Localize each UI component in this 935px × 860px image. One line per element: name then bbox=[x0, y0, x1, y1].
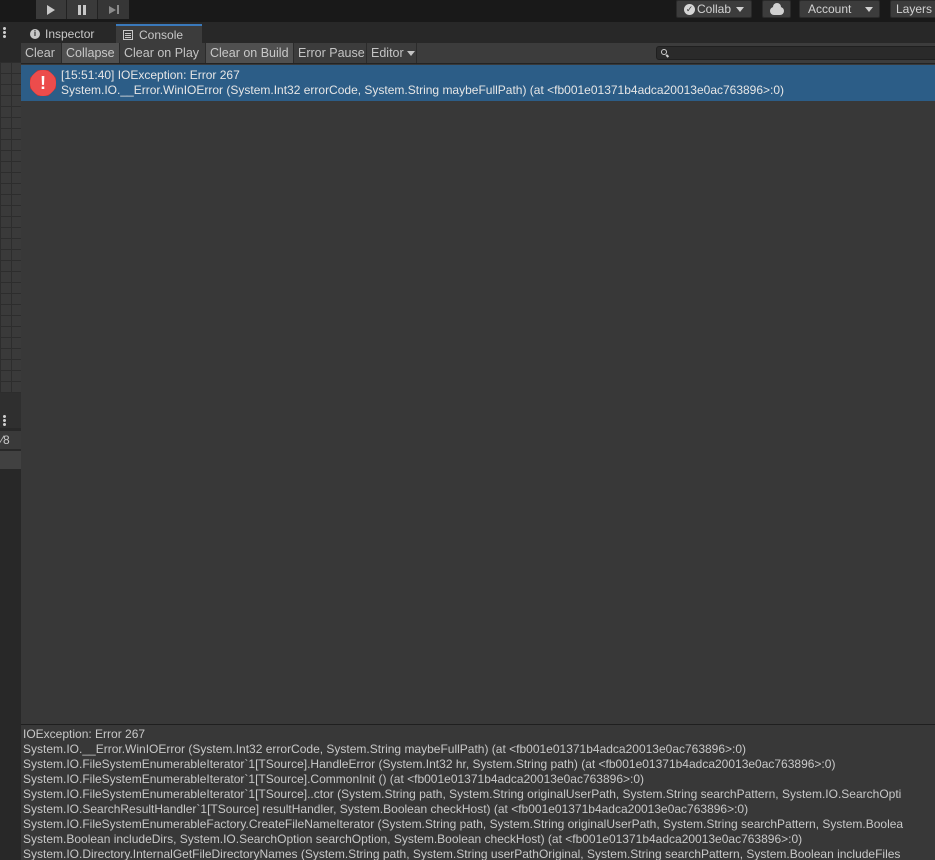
tab-label: Inspector bbox=[45, 26, 95, 41]
stacktrace-line: System.IO.Directory.InternalGetFileDirec… bbox=[23, 847, 901, 860]
search-input[interactable] bbox=[671, 47, 935, 59]
cloud-button[interactable] bbox=[762, 0, 791, 18]
stacktrace-line: System.IO.SearchResultHandler`1[TSource]… bbox=[23, 802, 749, 816]
account-dropdown[interactable]: Account bbox=[799, 0, 880, 18]
layers-dropdown[interactable]: Layers bbox=[890, 0, 935, 18]
step-icon bbox=[108, 5, 119, 14]
left-panel-strip: ⁄8 bbox=[0, 22, 21, 860]
step-button[interactable] bbox=[98, 0, 129, 19]
kebab-menu-icon[interactable] bbox=[3, 27, 6, 38]
collab-label: Collab bbox=[697, 2, 732, 16]
cloud-icon bbox=[769, 2, 784, 15]
layers-label: Layers bbox=[896, 2, 933, 16]
clear-button[interactable]: Clear bbox=[21, 43, 62, 63]
chevron-down-icon bbox=[736, 6, 745, 12]
stacktrace-pane[interactable]: IOException: Error 267 System.IO.__Error… bbox=[21, 725, 935, 860]
stacktrace-line: System.IO.__Error.WinIOError (System.Int… bbox=[23, 742, 747, 756]
stacktrace-line: System.IO.FileSystemEnumerableIterator`1… bbox=[23, 787, 902, 801]
error-pause-toggle[interactable]: Error Pause bbox=[294, 43, 367, 63]
stacktrace-line: System.IO.FileSystemEnumerableIterator`1… bbox=[23, 772, 645, 786]
stacktrace-line: System.IO.FileSystemEnumerableIterator`1… bbox=[23, 757, 836, 771]
scene-view-grid[interactable] bbox=[0, 62, 21, 414]
clear-on-play-toggle[interactable]: Clear on Play bbox=[120, 43, 206, 63]
log-entry-stack: System.IO.__Error.WinIOError (System.Int… bbox=[61, 83, 785, 97]
console-toolbar: Clear Collapse Clear on Play Clear on Bu… bbox=[21, 43, 935, 64]
play-icon bbox=[47, 4, 55, 15]
chevron-down-icon bbox=[865, 6, 874, 12]
editor-dropdown[interactable]: Editor bbox=[367, 43, 417, 63]
chevron-down-icon bbox=[406, 50, 415, 56]
play-button[interactable] bbox=[36, 0, 67, 19]
tab-label: Console bbox=[139, 27, 184, 42]
pause-button[interactable] bbox=[67, 0, 98, 19]
playmode-controls bbox=[36, 0, 130, 19]
console-icon bbox=[123, 29, 133, 40]
stacktrace-line: System.IO.FileSystemEnumerableFactory.Cr… bbox=[23, 817, 904, 831]
check-circle-icon: ✓ bbox=[684, 3, 695, 15]
clear-on-build-toggle[interactable]: Clear on Build bbox=[206, 43, 294, 63]
tab-inspector[interactable]: i Inspector bbox=[27, 24, 115, 43]
stacktrace-line: IOException: Error 267 bbox=[23, 727, 146, 741]
console-log-list[interactable]: ! [15:51:40] IOException: Error 267 Syst… bbox=[21, 65, 935, 724]
strip-label: ⁄8 bbox=[0, 431, 21, 449]
collab-dropdown[interactable]: ✓ Collab bbox=[676, 0, 752, 18]
tab-bar: i Inspector Console bbox=[21, 22, 935, 43]
search-field[interactable] bbox=[656, 46, 935, 60]
main-toolbar: ✓ Collab Account Layers bbox=[0, 0, 935, 22]
kebab-menu-icon[interactable] bbox=[3, 415, 6, 426]
log-entry-message: [15:51:40] IOException: Error 267 bbox=[61, 68, 240, 82]
error-icon: ! bbox=[30, 70, 56, 96]
collapse-toggle[interactable]: Collapse bbox=[62, 43, 120, 63]
log-entry-selected[interactable]: ! [15:51:40] IOException: Error 267 Syst… bbox=[21, 65, 935, 101]
search-icon bbox=[661, 49, 667, 55]
account-label: Account bbox=[808, 2, 852, 16]
info-icon: i bbox=[30, 28, 40, 39]
panel-strip-row bbox=[0, 451, 21, 469]
editor-label: Editor bbox=[371, 46, 404, 60]
tab-console[interactable]: Console bbox=[116, 24, 202, 43]
stacktrace-line: System.Boolean includeDirs, System.IO.Se… bbox=[23, 832, 803, 846]
pause-icon bbox=[78, 4, 86, 15]
